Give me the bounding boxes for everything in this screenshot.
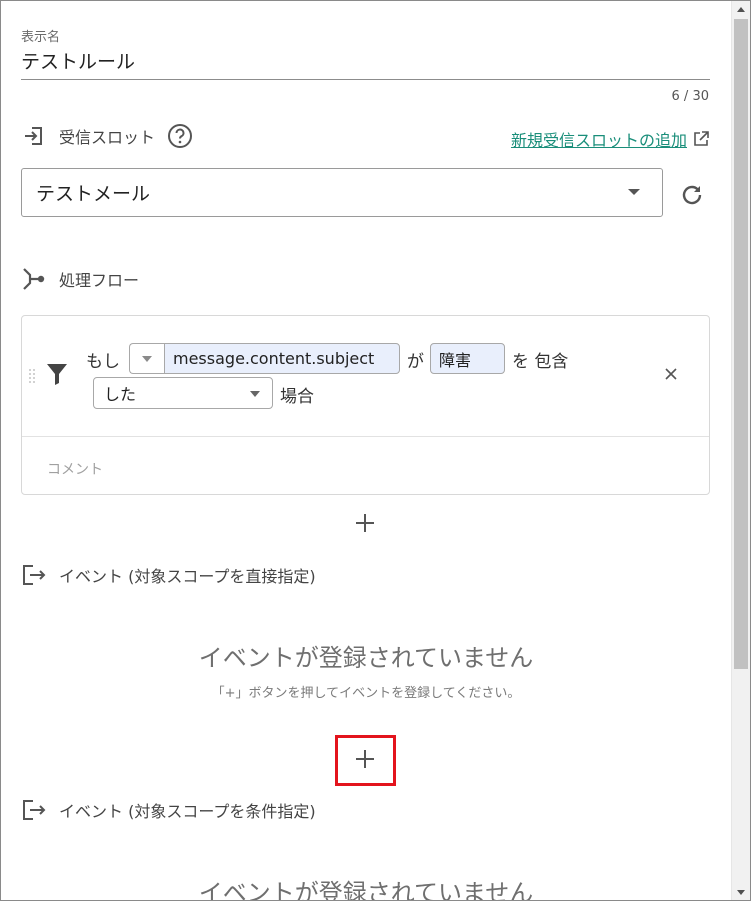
- scroll-up-button[interactable]: [732, 1, 750, 17]
- field-operator-dropdown[interactable]: [129, 343, 164, 374]
- add-flow-button[interactable]: [349, 507, 381, 539]
- event-direct-empty-title: イベントが登録されていません: [198, 644, 534, 672]
- event-conditional-empty-title: イベントが登録されていません: [198, 879, 534, 900]
- add-receive-slot-link[interactable]: 新規受信スロットの追加: [511, 127, 709, 151]
- login-icon: [21, 123, 47, 149]
- condition-result-value: した: [104, 385, 137, 404]
- receive-slot-header: 受信スロット: [21, 123, 193, 149]
- receive-slot-select[interactable]: テストメール: [21, 168, 663, 217]
- logout-icon: [21, 562, 47, 588]
- chevron-down-icon: [250, 391, 260, 397]
- display-name-input[interactable]: テストルール: [21, 47, 135, 74]
- vertical-scrollbar[interactable]: [731, 1, 750, 900]
- process-flow-header: 処理フロー: [21, 266, 139, 292]
- help-icon[interactable]: [167, 123, 193, 149]
- dialog-frame: 表示名 テストルール 6 / 30 受信スロット 新規受信スロットの追加 テスト…: [0, 0, 751, 901]
- condition-result-select[interactable]: した: [93, 377, 273, 409]
- scroll-down-button[interactable]: [732, 884, 750, 900]
- chevron-down-icon: [628, 189, 640, 195]
- event-direct-empty-hint: 「+」ボタンを押してイベントを登録してください。: [211, 686, 521, 701]
- comment-input[interactable]: コメント: [47, 459, 103, 479]
- receive-slot-label: 受信スロット: [59, 128, 156, 147]
- filter-icon: [46, 362, 68, 390]
- add-receive-slot-label: 新規受信スロットの追加: [510, 131, 687, 150]
- refresh-icon[interactable]: [679, 182, 705, 208]
- condition-particle-ga: が: [407, 352, 424, 372]
- card-divider: [22, 436, 709, 437]
- display-name-label: 表示名: [21, 30, 61, 45]
- flow-icon: [21, 266, 47, 292]
- drag-handle-icon[interactable]: [28, 368, 36, 384]
- condition-operator-text: を 包含: [512, 352, 569, 372]
- condition-field-input[interactable]: message.content.subject: [164, 343, 400, 374]
- plus-icon: [356, 750, 374, 768]
- event-conditional-label: イベント (対象スコープを条件指定): [59, 802, 316, 821]
- arrow-down-icon: [737, 889, 745, 895]
- condition-card: もし message.content.subject が 障害 を 包含 した …: [21, 315, 710, 495]
- add-event-button[interactable]: [349, 743, 381, 775]
- close-icon[interactable]: [663, 366, 679, 382]
- process-flow-label: 処理フロー: [59, 271, 140, 290]
- arrow-up-icon: [737, 6, 745, 12]
- char-counter: 6 / 30: [671, 89, 709, 104]
- condition-suffix: 場合: [280, 387, 314, 407]
- rule-form: 表示名 テストルール 6 / 30 受信スロット 新規受信スロットの追加 テスト…: [1, 1, 731, 900]
- condition-prefix: もし: [86, 352, 120, 372]
- event-conditional-header: イベント (対象スコープを条件指定): [21, 797, 316, 823]
- receive-slot-value: テストメール: [36, 183, 151, 205]
- scroll-thumb[interactable]: [734, 19, 748, 669]
- event-direct-header: イベント (対象スコープを直接指定): [21, 562, 316, 588]
- condition-value-input[interactable]: 障害: [430, 343, 505, 374]
- display-name-underline: [21, 79, 710, 80]
- chevron-down-icon: [142, 355, 152, 362]
- plus-icon: [356, 514, 374, 532]
- logout-icon: [21, 797, 47, 823]
- external-link-icon: [694, 131, 709, 146]
- event-direct-label: イベント (対象スコープを直接指定): [59, 567, 316, 586]
